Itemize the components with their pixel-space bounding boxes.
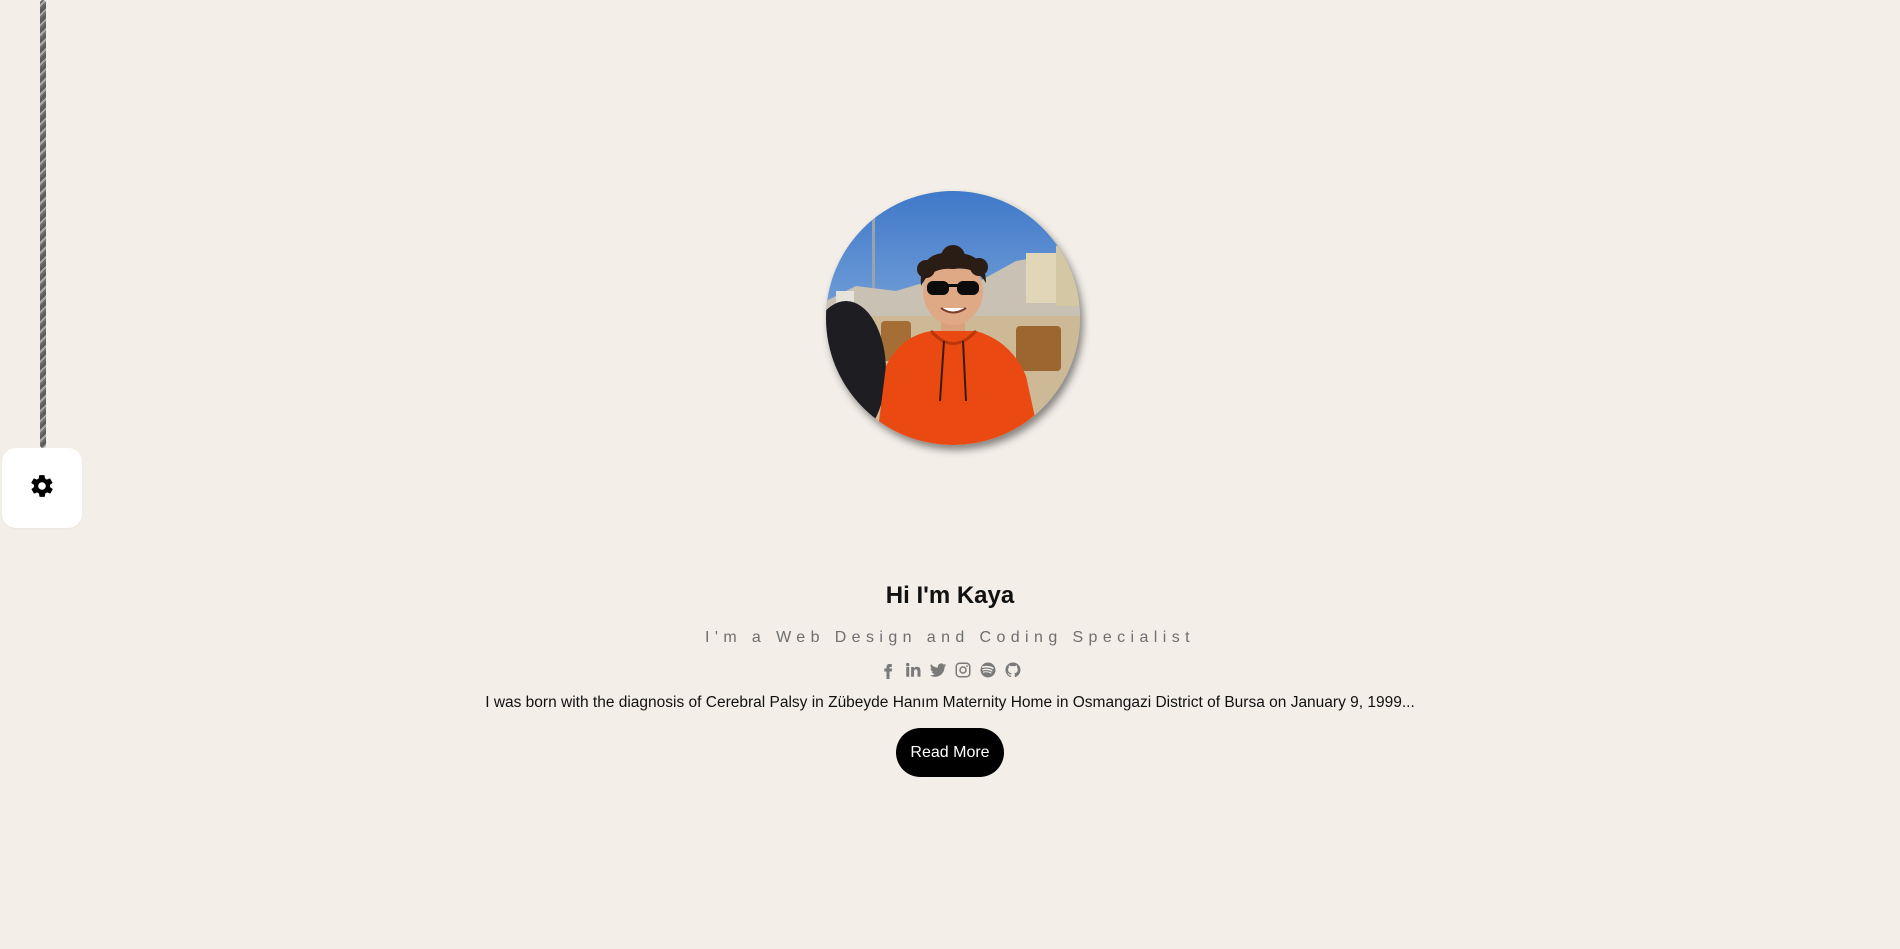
twitter-link[interactable] bbox=[928, 660, 947, 680]
read-more-button[interactable]: Read More bbox=[896, 728, 1004, 777]
linkedin-link[interactable] bbox=[903, 660, 922, 680]
spotify-link[interactable] bbox=[978, 660, 997, 680]
hero-subtitle: I'm a Web Design and Coding Specialist bbox=[705, 629, 1195, 646]
settings-button[interactable] bbox=[2, 448, 82, 528]
page: Hi I'm Kaya I'm a Web Design and Coding … bbox=[0, 0, 1900, 949]
hero-title: Hi I'm Kaya bbox=[885, 582, 1015, 609]
github-icon bbox=[1004, 662, 1020, 678]
twitter-icon bbox=[929, 663, 946, 677]
profile-photo bbox=[826, 191, 1080, 445]
social-links bbox=[0, 658, 1900, 682]
instagram-link[interactable] bbox=[953, 660, 972, 680]
instagram-icon bbox=[955, 662, 970, 678]
facebook-icon bbox=[883, 664, 892, 679]
bio-text: I was born with the diagnosis of Cerebra… bbox=[485, 694, 1415, 711]
linkedin-icon bbox=[905, 662, 920, 677]
facebook-link[interactable] bbox=[878, 660, 897, 680]
gear-icon bbox=[29, 473, 55, 504]
github-link[interactable] bbox=[1003, 660, 1022, 680]
settings-rope bbox=[40, 0, 46, 448]
spotify-icon bbox=[980, 662, 995, 678]
hero-section: Hi I'm Kaya I'm a Web Design and Coding … bbox=[0, 578, 1900, 777]
